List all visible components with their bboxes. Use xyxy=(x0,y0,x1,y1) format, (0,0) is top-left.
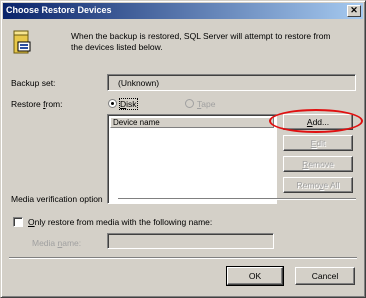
radio-tape-label[interactable]: Tape xyxy=(197,99,215,109)
radio-disk-selected-dot xyxy=(111,102,114,105)
media-verification-group-label: Media verification option xyxy=(11,194,103,204)
device-name-column-header[interactable]: Device name xyxy=(110,117,274,128)
remove-all-button-suffix: e All xyxy=(323,180,340,190)
restore-from-label: Restore from: xyxy=(11,99,63,109)
restore-from-label-suffix: rom: xyxy=(45,99,63,109)
intro-text: When the backup is restored, SQL Server … xyxy=(71,31,331,52)
edit-button[interactable]: Edit xyxy=(283,135,353,151)
title-bar[interactable]: Choose Restore Devices ✕ xyxy=(3,3,363,19)
only-restore-checkbox[interactable] xyxy=(13,217,23,227)
footer-separator xyxy=(9,257,357,259)
restore-from-label-prefix: Restore xyxy=(11,99,44,109)
media-name-label-suffix: ame: xyxy=(62,238,82,248)
only-restore-checkbox-label[interactable]: Only restore from media with the followi… xyxy=(28,217,212,227)
dialog-title: Choose Restore Devices xyxy=(6,5,112,15)
backup-set-label: Backup set: xyxy=(11,78,56,88)
media-name-label-prefix: Media xyxy=(32,238,58,248)
restore-devices-dialog: Choose Restore Devices ✕ When the backup… xyxy=(0,0,366,298)
radio-disk-label[interactable]: Disk xyxy=(119,98,138,110)
ok-button[interactable]: OK xyxy=(226,266,284,286)
backup-set-value: (Unknown) xyxy=(118,78,160,88)
remove-button-rest: emove xyxy=(308,159,334,169)
remove-button[interactable]: Remove xyxy=(283,156,353,172)
remove-all-button-prefix: Remo xyxy=(296,180,320,190)
only-restore-rest: nly restore from media with the followin… xyxy=(34,217,213,227)
radio-tape-rest: ape xyxy=(201,99,216,109)
close-icon[interactable]: ✕ xyxy=(347,5,361,17)
radio-tape[interactable] xyxy=(185,99,194,108)
device-list[interactable]: Device name xyxy=(107,114,277,204)
radio-disk-rest: isk xyxy=(126,99,137,109)
highlight-circle-annotation xyxy=(269,109,363,133)
cancel-button[interactable]: Cancel xyxy=(295,267,355,285)
edit-button-rest: dit xyxy=(316,138,326,148)
backup-device-icon xyxy=(11,29,33,55)
backup-set-field: (Unknown) xyxy=(107,74,356,91)
media-name-label: Media name: xyxy=(32,238,81,248)
remove-all-button[interactable]: Remove All xyxy=(283,177,353,193)
media-name-field[interactable] xyxy=(107,233,274,249)
group-separator xyxy=(118,198,356,200)
only-restore-accel: O xyxy=(28,217,35,227)
radio-disk[interactable] xyxy=(108,99,117,108)
